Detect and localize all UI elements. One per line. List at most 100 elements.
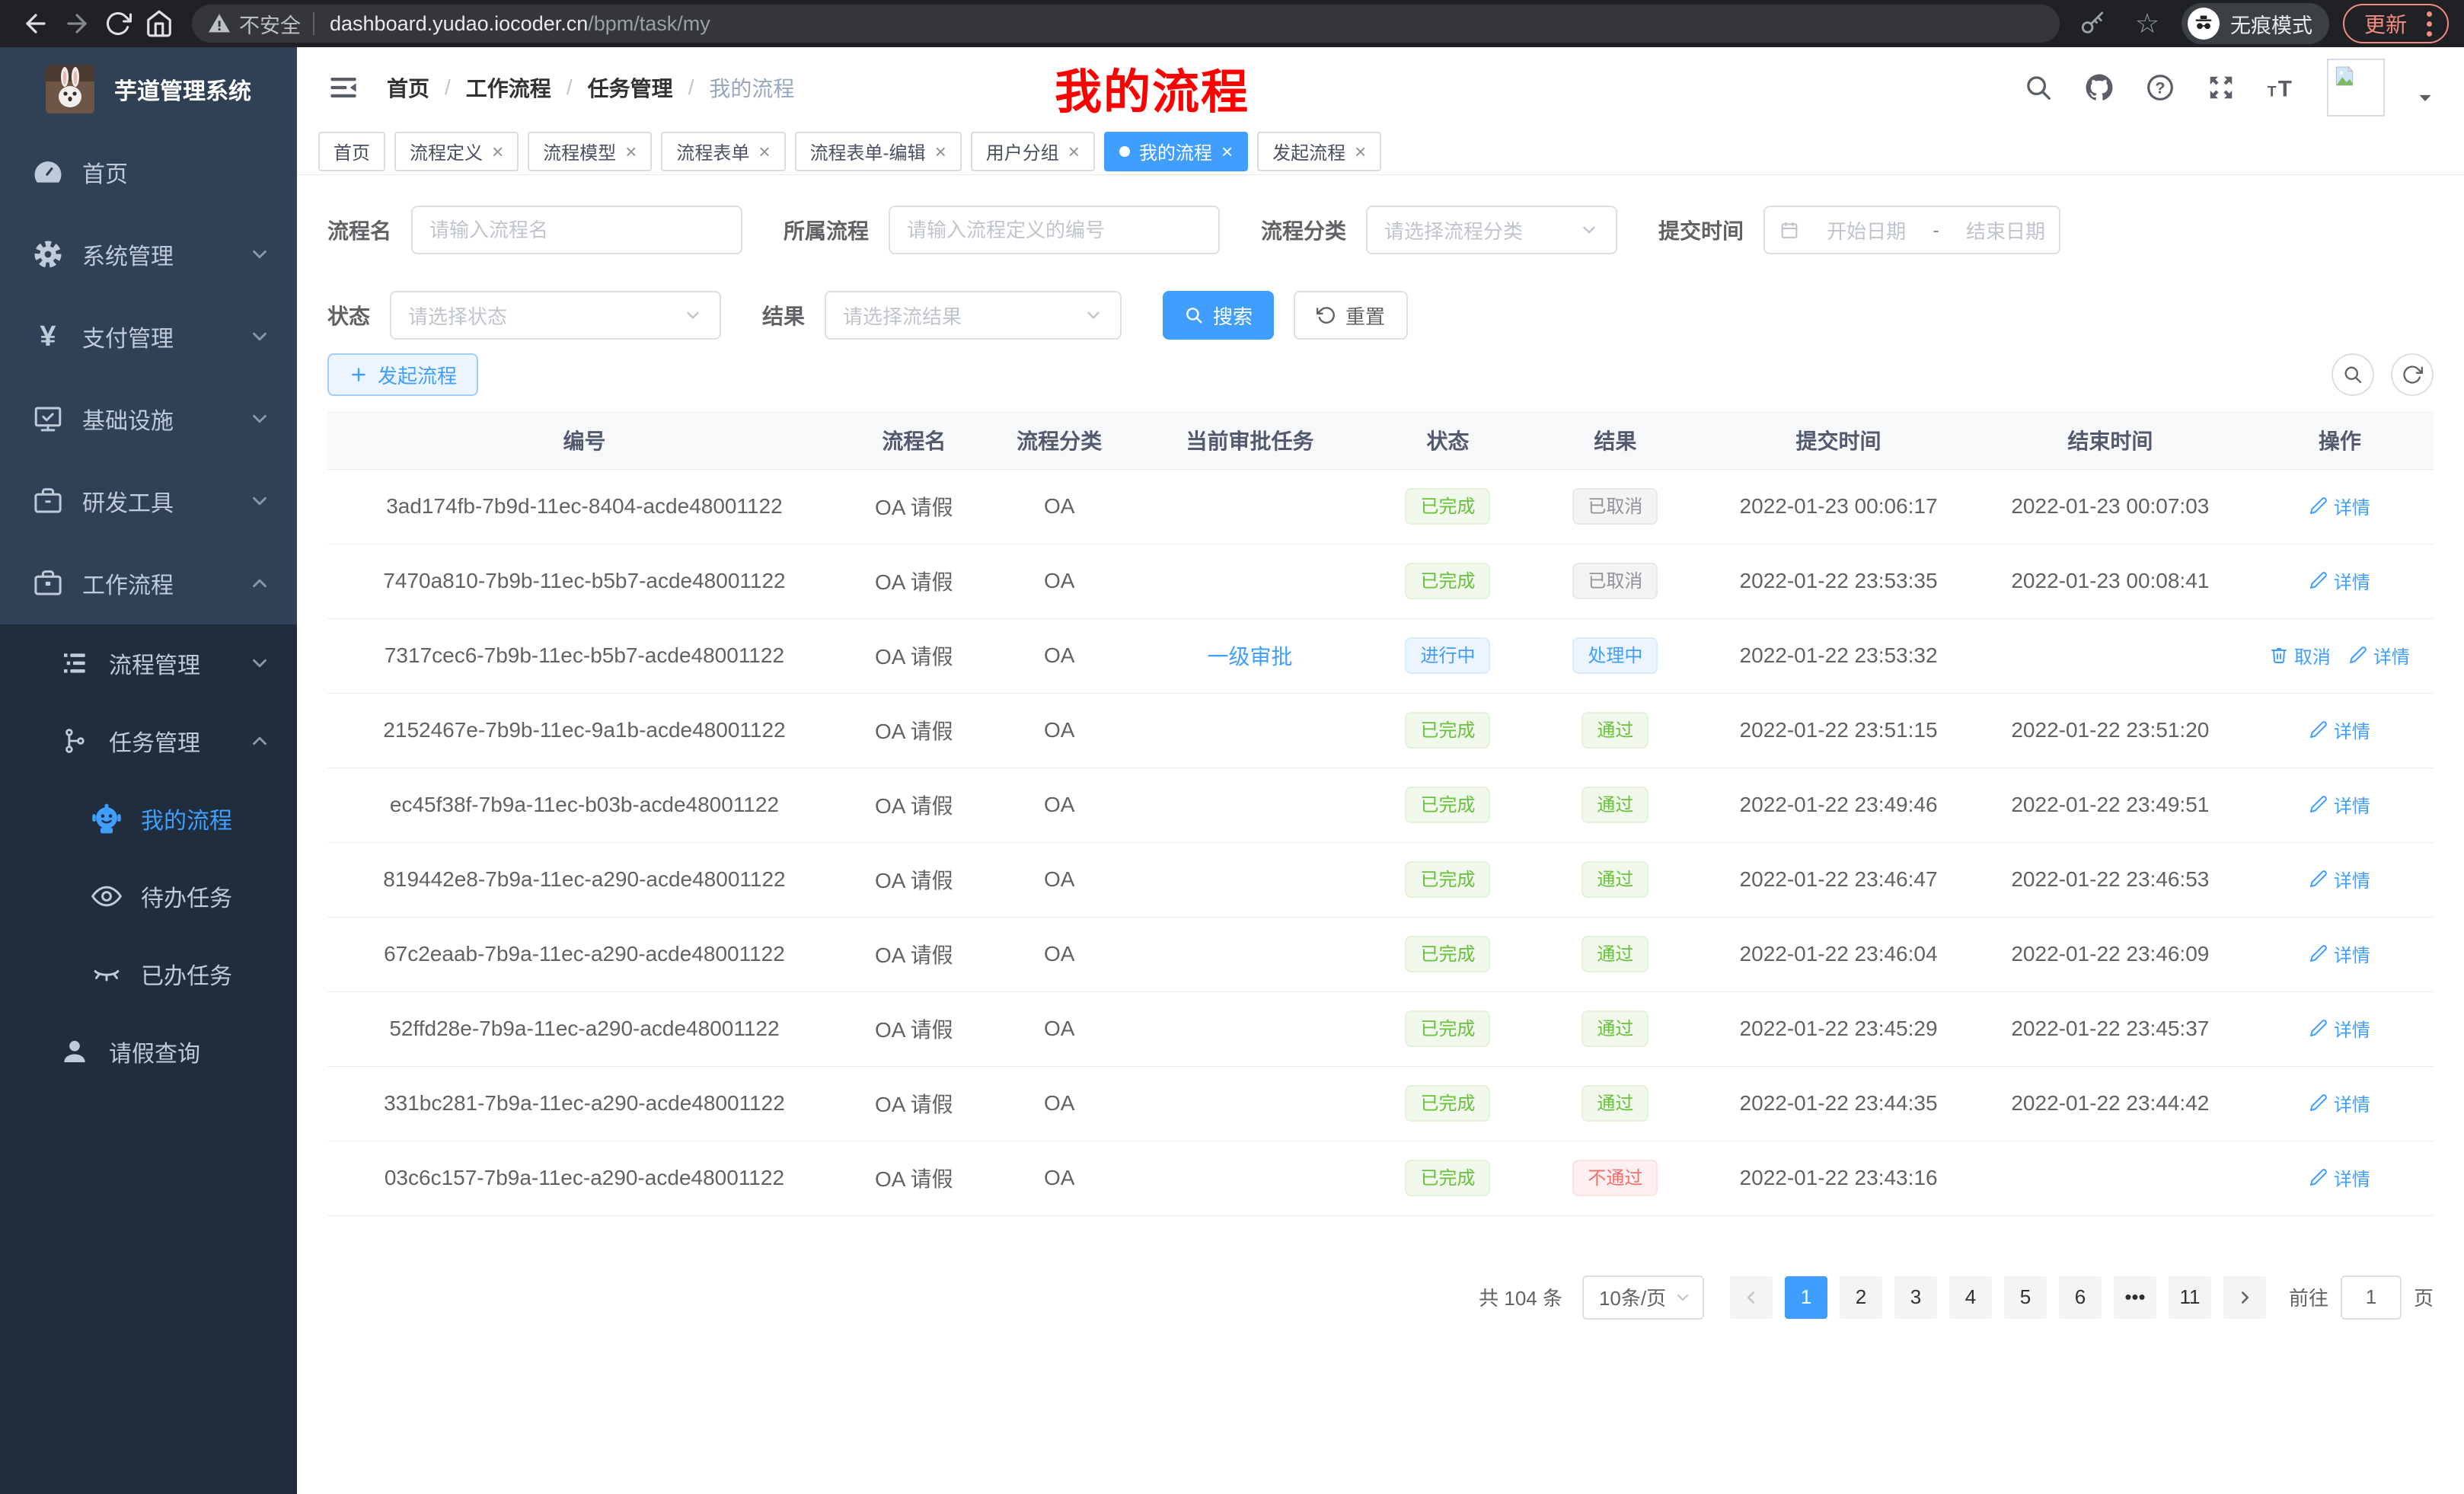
search-button[interactable]: 搜索 — [1163, 291, 1274, 340]
detail-link[interactable]: 详情 — [2309, 567, 2370, 594]
home-icon[interactable] — [139, 3, 180, 44]
tab-流程模型[interactable]: 流程模型× — [528, 132, 652, 171]
process-def-input[interactable] — [907, 219, 1202, 242]
detail-link[interactable]: 详情 — [2309, 1015, 2370, 1042]
tab-首页[interactable]: 首页 — [318, 132, 385, 171]
avatar[interactable] — [2327, 59, 2385, 117]
page-button-3[interactable]: 3 — [1894, 1276, 1937, 1319]
logo[interactable]: 芋道管理系统 — [0, 47, 297, 131]
tab-流程表单-编辑[interactable]: 流程表单-编辑× — [795, 132, 962, 171]
tab-label: 发起流程 — [1272, 138, 1345, 164]
sidebar-item-任务管理[interactable]: 任务管理 — [0, 702, 297, 780]
page-button-4[interactable]: 4 — [1949, 1276, 1992, 1319]
breadcrumb-item[interactable]: 工作流程 — [466, 72, 551, 103]
fullscreen-icon[interactable] — [2205, 72, 2237, 104]
cell-process-name: OA 请假 — [841, 768, 987, 842]
font-size-icon[interactable]: TT — [2266, 72, 2298, 104]
detail-link[interactable]: 详情 — [2309, 866, 2370, 892]
tab-流程表单[interactable]: 流程表单× — [661, 132, 785, 171]
detail-link[interactable]: 详情 — [2309, 493, 2370, 519]
hamburger-icon[interactable] — [327, 72, 359, 104]
toggle-search-button[interactable] — [2332, 353, 2374, 396]
cell-category: OA — [987, 917, 1132, 991]
sidebar-item-支付管理[interactable]: ¥支付管理 — [0, 295, 297, 378]
browser-toolbar: 不安全 dashboard.yudao.iocoder.cn/bpm/task/… — [0, 0, 2464, 47]
close-icon[interactable]: × — [492, 142, 503, 161]
cell-id: 7317cec6-7b9b-11ec-b5b7-acde48001122 — [327, 618, 841, 693]
result-select[interactable]: 请选择流结果 — [825, 291, 1122, 340]
breadcrumb-item[interactable]: 任务管理 — [588, 72, 673, 103]
sidebar-item-待办任务[interactable]: 待办任务 — [0, 857, 297, 935]
help-icon[interactable]: ? — [2144, 72, 2176, 104]
process-name-input[interactable] — [429, 219, 724, 242]
page-button-5[interactable]: 5 — [2004, 1276, 2047, 1319]
page-button-11[interactable]: 11 — [2169, 1276, 2211, 1319]
close-icon[interactable]: × — [935, 142, 946, 161]
forward-icon[interactable] — [56, 3, 97, 44]
cell-category: OA — [987, 768, 1132, 842]
submit-time-range[interactable]: 开始日期 - 结束日期 — [1763, 206, 2060, 254]
task-link[interactable]: 一级审批 — [1207, 645, 1292, 669]
page-button-2[interactable]: 2 — [1840, 1276, 1882, 1319]
refresh-table-button[interactable] — [2391, 353, 2434, 396]
category-select[interactable]: 请选择流程分类 — [1366, 206, 1617, 254]
close-icon[interactable]: × — [625, 142, 637, 161]
create-process-button[interactable]: 发起流程 — [327, 353, 478, 396]
page-size-select[interactable]: 10条/页 — [1582, 1275, 1704, 1320]
more-pages-button[interactable]: ••• — [2114, 1276, 2156, 1319]
next-page-button[interactable] — [2223, 1276, 2266, 1319]
tab-发起流程[interactable]: 发起流程 × — [1257, 132, 1381, 171]
detail-link[interactable]: 详情 — [2309, 717, 2370, 743]
page-button-1[interactable]: 1 — [1785, 1276, 1827, 1319]
sidebar-item-请假查询[interactable]: 请假查询 — [0, 1013, 297, 1090]
sidebar-item-首页[interactable]: 首页 — [0, 131, 297, 213]
close-icon[interactable]: × — [1068, 142, 1080, 161]
sidebar-item-基础设施[interactable]: 基础设施 — [0, 378, 297, 460]
detail-link[interactable]: 详情 — [2309, 1164, 2370, 1191]
reload-icon[interactable] — [97, 3, 139, 44]
sidebar-item-已办任务[interactable]: 已办任务 — [0, 935, 297, 1013]
cell-current-task: 一级审批 — [1132, 618, 1368, 693]
close-icon[interactable]: × — [758, 142, 770, 161]
search-icon[interactable] — [2022, 72, 2054, 104]
reset-button[interactable]: 重置 — [1294, 291, 1408, 340]
cell-result: 处理中 — [1528, 618, 1703, 693]
avatar-caret-icon[interactable] — [2414, 86, 2437, 109]
cell-end-time — [1974, 1141, 2246, 1215]
key-icon[interactable] — [2072, 3, 2113, 44]
incognito-icon — [2188, 8, 2220, 40]
github-icon[interactable] — [2083, 72, 2115, 104]
main-area: 首页/工作流程/任务管理/我的流程 我的流程 ? TT — [297, 47, 2464, 1494]
page-button-6[interactable]: 6 — [2059, 1276, 2102, 1319]
security-warning-label[interactable]: 不安全 — [239, 9, 301, 39]
sidebar-item-我的流程[interactable]: 我的流程 — [0, 780, 297, 857]
detail-link[interactable]: 详情 — [2309, 1090, 2370, 1116]
goto-page-input[interactable] — [2341, 1275, 2402, 1320]
tab-流程定义[interactable]: 流程定义× — [394, 132, 519, 171]
tab-我的流程[interactable]: 我的流程× — [1104, 132, 1248, 171]
security-warning-icon[interactable] — [207, 11, 231, 36]
browser-menu-icon[interactable] — [2422, 11, 2437, 37]
detail-link[interactable]: 详情 — [2309, 940, 2370, 967]
tab-用户分组[interactable]: 用户分组× — [971, 132, 1095, 171]
cell-result: 已取消 — [1528, 544, 1703, 618]
bookmark-star-icon[interactable]: ☆ — [2127, 3, 2168, 44]
address-bar[interactable]: 不安全 dashboard.yudao.iocoder.cn/bpm/task/… — [192, 5, 2060, 43]
close-icon[interactable]: × — [1221, 142, 1233, 161]
status-badge: 已完成 — [1405, 712, 1490, 749]
sidebar-item-研发工具[interactable]: 研发工具 — [0, 460, 297, 542]
cancel-link[interactable]: 取消 — [2270, 642, 2331, 669]
detail-link[interactable]: 详情 — [2309, 791, 2370, 818]
sidebar-item-系统管理[interactable]: 系统管理 — [0, 213, 297, 295]
result-badge: 通过 — [1581, 712, 1649, 749]
status-badge: 已完成 — [1405, 1010, 1490, 1047]
back-icon[interactable] — [15, 3, 56, 44]
breadcrumb-item[interactable]: 首页 — [387, 72, 429, 103]
sidebar-item-工作流程[interactable]: 工作流程 — [0, 542, 297, 624]
detail-link[interactable]: 详情 — [2349, 642, 2410, 669]
status-select[interactable]: 请选择状态 — [390, 291, 721, 340]
prev-page-button[interactable] — [1730, 1276, 1773, 1319]
update-button[interactable]: 更新 — [2343, 4, 2449, 43]
close-icon[interactable]: × — [1355, 142, 1366, 161]
sidebar-item-流程管理[interactable]: 流程管理 — [0, 624, 297, 702]
